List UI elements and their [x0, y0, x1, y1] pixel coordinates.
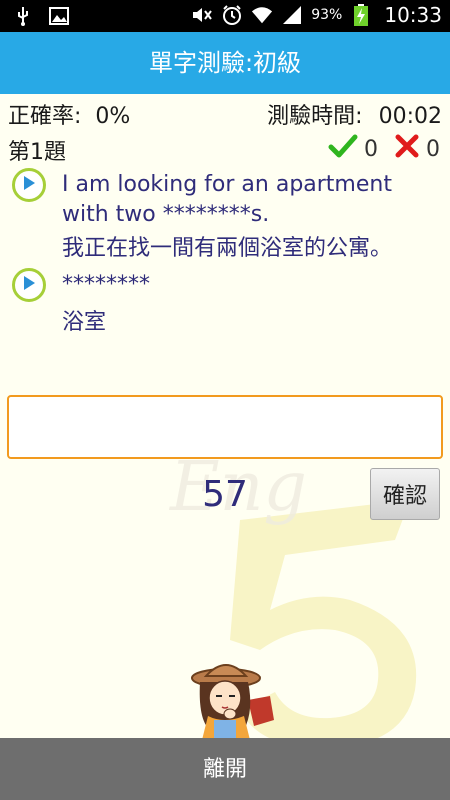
accuracy-value: 0%	[95, 104, 131, 129]
play-icon	[22, 175, 36, 195]
battery-charging-icon	[350, 4, 372, 26]
page-title: 單字測驗:初級	[0, 32, 450, 94]
accuracy-label: 正確率:	[8, 104, 82, 129]
battery-percent: 93%	[311, 7, 343, 23]
wrong-count: 0	[426, 136, 440, 162]
word-masked: ********	[62, 272, 150, 297]
signal-icon	[281, 4, 303, 26]
mascot-illustration	[188, 660, 278, 744]
accuracy: 正確率: 0%	[8, 98, 130, 130]
stats-row: 正確率: 0% 測驗時間: 00:02	[0, 98, 450, 130]
question-header: 第1題 0 0	[0, 134, 450, 165]
status-bar: 93% 10:33	[0, 0, 450, 32]
cross-icon	[394, 134, 420, 164]
sentence-english: I am looking for an apartment with two *…	[62, 172, 392, 227]
play-sentence-button[interactable]	[12, 168, 46, 202]
confirm-button[interactable]: 確認	[370, 468, 440, 520]
timer-value: 00:02	[378, 104, 442, 129]
alarm-icon	[221, 4, 243, 26]
question-number: 第1題	[8, 140, 66, 165]
image-icon	[48, 5, 70, 27]
correct-count: 0	[364, 136, 378, 162]
wifi-icon	[251, 4, 273, 26]
exit-button[interactable]: 離開	[0, 738, 450, 800]
mute-icon	[191, 4, 213, 26]
check-icon	[328, 134, 358, 164]
play-word-button[interactable]	[12, 268, 46, 302]
score: 0 0	[328, 134, 440, 164]
quiz-timer: 測驗時間: 00:02	[267, 98, 442, 130]
word-chinese: 浴室	[62, 310, 107, 335]
sentence-chinese: 我正在找一間有兩個浴室的公寓。	[62, 236, 393, 261]
play-icon	[22, 275, 36, 295]
clock: 10:33	[384, 3, 442, 27]
usb-icon	[12, 5, 34, 27]
timer-label: 測驗時間:	[267, 104, 363, 129]
answer-input[interactable]	[7, 395, 443, 459]
